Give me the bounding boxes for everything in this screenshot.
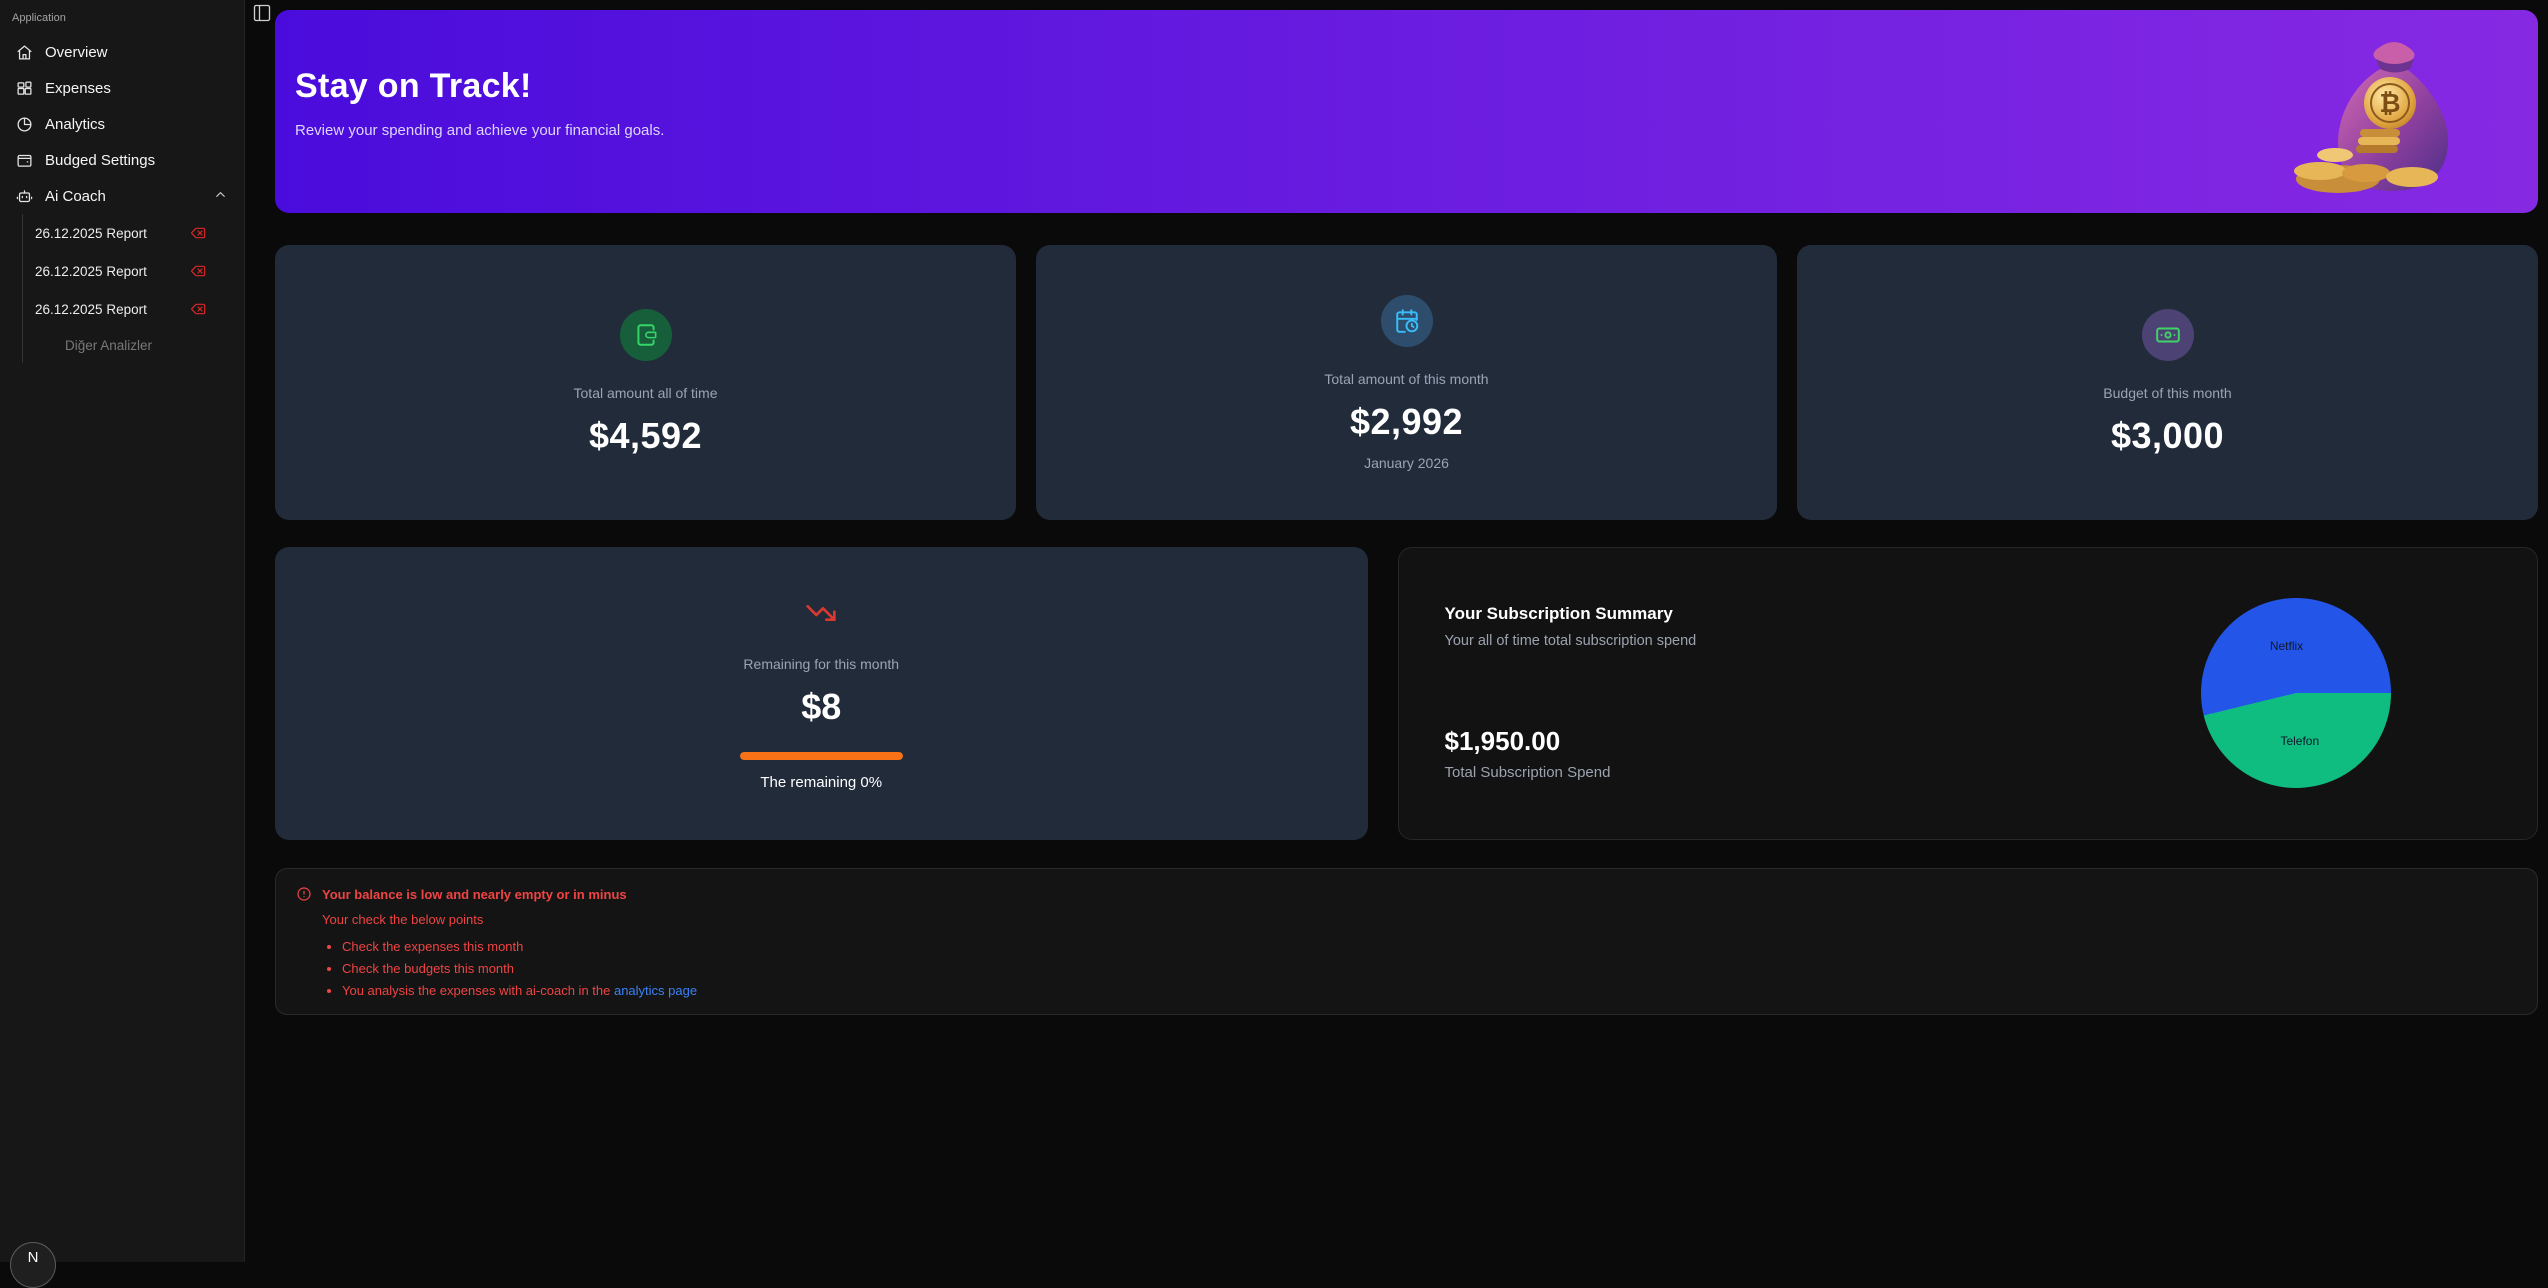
subscription-pie: Netflix Telefon [2201,598,2391,788]
remaining-progress-track [740,752,903,760]
wallet-icon [633,322,659,348]
alert-circle-icon [296,886,312,902]
sidebar-item-analytics[interactable]: Analytics [8,106,236,142]
subscription-title: Your Subscription Summary [1445,604,2538,624]
remaining-label: Remaining for this month [743,656,899,672]
grid-icon [16,80,33,97]
banner-title: Stay on Track! [295,67,2538,106]
sidebar-item-overview[interactable]: Overview [8,34,236,70]
warning-bullet: Check the budgets this month [342,961,2517,976]
subscription-total-label: Total Subscription Spend [1445,764,1611,781]
ai-coach-submenu: 26.12.2025 Report 26.12.2025 Report 26.1… [22,214,236,363]
bot-icon [16,188,33,205]
sidebar-item-label: Expenses [45,80,111,97]
hero-banner: Stay on Track! Review your spending and … [275,10,2538,213]
report-item[interactable]: 26.12.2025 Report [23,252,236,290]
report-item[interactable]: 26.12.2025 Report [23,290,236,328]
sidebar-item-label: Ai Coach [45,188,106,205]
calendar-clock-icon [1394,308,1420,334]
sidebar-item-label: Overview [45,44,108,61]
stat-value: $2,992 [1350,401,1463,443]
sidebar-item-label: Analytics [45,116,105,133]
subscription-summary-card: Your Subscription Summary Your all of ti… [1398,547,2539,840]
stat-cards-row: Total amount all of time $4,592 Total am… [275,245,2538,520]
main-content: Stay on Track! Review your spending and … [245,0,2548,1262]
chevron-up-icon[interactable] [213,187,228,206]
warning-heading-row: Your balance is low and nearly empty or … [296,886,2517,902]
pie-chart-icon [16,116,33,133]
stat-sublabel: January 2026 [1364,455,1449,471]
panel-left-icon [252,3,272,23]
trending-down-icon [805,597,837,634]
remaining-value: $8 [801,686,841,728]
remaining-progress-fill [740,752,903,760]
warning-bullet-text: You analysis the expenses with ai-coach … [342,983,614,998]
stat-label: Budget of this month [2103,385,2231,401]
banknote-icon [2155,322,2181,348]
stat-label: Total amount of this month [1324,371,1488,387]
banner-subtitle: Review your spending and achieve your fi… [295,122,2538,139]
report-item[interactable]: 26.12.2025 Report [23,214,236,252]
warning-list: Check the expenses this month Check the … [326,939,2517,998]
report-label: 26.12.2025 Report [35,302,147,317]
svg-text:₿: ₿ [2379,88,2400,118]
warning-heading: Your balance is low and nearly empty or … [322,887,627,902]
sidebar-section-label: Application [8,10,236,34]
remaining-caption: The remaining 0% [760,774,882,791]
stat-value: $3,000 [2111,415,2224,457]
stat-card-total-this-month: Total amount of this month $2,992 Januar… [1036,245,1777,520]
sidebar-item-ai-coach[interactable]: Ai Coach [8,178,236,214]
warning-bullet: Check the expenses this month [342,939,2517,954]
stat-card-total-all-time: Total amount all of time $4,592 [275,245,1016,520]
sidebar-item-label: Budged Settings [45,152,155,169]
subscription-total: $1,950.00 [1445,726,1561,757]
sidebar-item-budged-settings[interactable]: Budged Settings [8,142,236,178]
pie-slice-label: Telefon [2280,734,2319,748]
remaining-card: Remaining for this month $8 The remainin… [275,547,1368,840]
stat-label: Total amount all of time [574,385,718,401]
wallet-icon [16,152,33,169]
stat-card-budget-this-month: Budget of this month $3,000 [1797,245,2538,520]
sidebar-item-expenses[interactable]: Expenses [8,70,236,106]
home-icon [16,44,33,61]
report-label: 26.12.2025 Report [35,226,147,241]
other-analyses-link[interactable]: Diğer Analizler [23,328,236,363]
avatar-initial: N [28,1249,39,1266]
money-bag-illustration: ₿ [2280,27,2490,207]
warning-subheading: Your check the below points [322,912,2517,927]
pie-slice-label: Netflix [2270,639,2303,653]
delete-report-icon[interactable] [190,225,206,241]
warning-bullet: You analysis the expenses with ai-coach … [342,983,2517,998]
sidebar: Application Overview Expenses Analytics … [0,0,245,1262]
analytics-page-link[interactable]: analytics page [614,983,697,998]
delete-report-icon[interactable] [190,301,206,317]
stat-value: $4,592 [589,415,702,457]
stat-badge [1381,295,1433,347]
report-label: 26.12.2025 Report [35,264,147,279]
second-row: Remaining for this month $8 The remainin… [275,547,2538,840]
avatar[interactable]: N [10,1242,56,1288]
stat-badge [2142,309,2194,361]
sidebar-toggle-button[interactable] [252,3,274,25]
delete-report-icon[interactable] [190,263,206,279]
stat-badge [620,309,672,361]
balance-warning-box: Your balance is low and nearly empty or … [275,868,2538,1015]
